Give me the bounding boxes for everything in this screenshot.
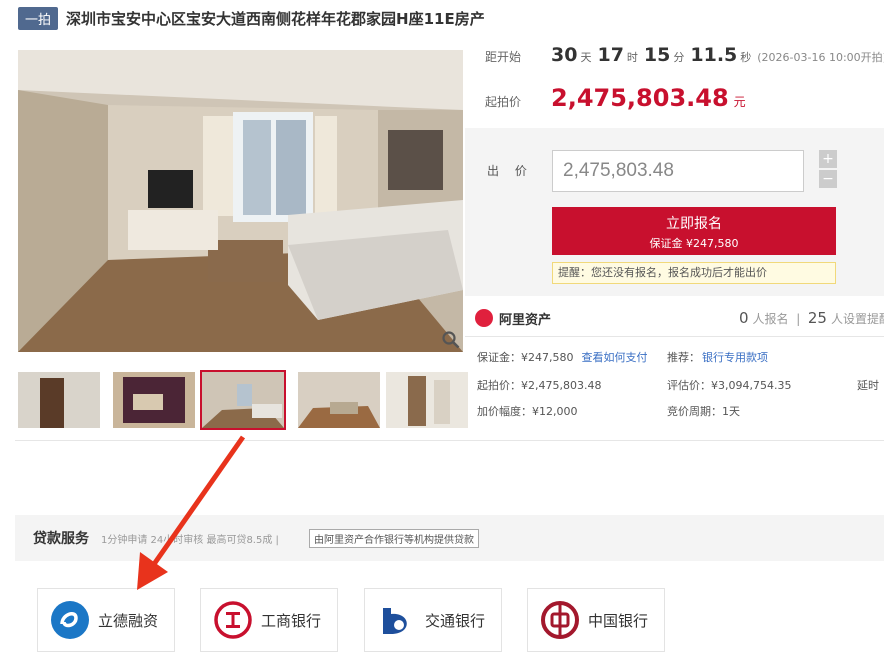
loan-service-bar: 贷款服务 1分钟申请 24小时审核 最高可贷8.5成 | 由阿里资产合作银行等机…: [15, 515, 884, 561]
signup-button[interactable]: 立即报名 保证金 ¥247,580: [552, 207, 836, 255]
reminder-count: 25: [807, 309, 827, 327]
auction-round-tag: 一拍: [18, 6, 59, 30]
boc-logo-icon: [541, 601, 579, 639]
thumbnail-4[interactable]: [298, 372, 380, 428]
bank-card-boc[interactable]: 中国银行: [527, 588, 665, 652]
countdown-start-note: (2026-03-16 10:00开拍): [757, 51, 884, 64]
countdown-hours-unit: 时: [626, 51, 638, 64]
countdown-minutes: 15: [643, 44, 671, 66]
thumbnail-2[interactable]: [113, 372, 195, 428]
how-to-pay-link[interactable]: 查看如何支付: [582, 351, 648, 364]
bid-label: 出 价: [487, 164, 533, 178]
loan-title: 贷款服务: [33, 531, 89, 547]
thumbnail-1[interactable]: [18, 372, 100, 428]
recommend-label: 推荐：: [667, 351, 700, 364]
bank-name-lide: 立德融资: [98, 611, 159, 630]
lide-finance-logo-icon: [51, 601, 89, 639]
countdown-seconds: 11.5: [690, 44, 738, 66]
bid-decrease-button[interactable]: −: [819, 170, 837, 188]
thumbnail-5[interactable]: [386, 372, 468, 428]
reminder-count-label: 人设置提醒: [830, 312, 884, 326]
icbc-logo-icon: [214, 601, 252, 639]
thumbnail-3[interactable]: [200, 370, 286, 430]
ali-asset-logo-icon: [475, 309, 493, 327]
signup-tip: 提醒：您还没有报名，报名成功后才能出价: [552, 262, 836, 284]
platform-name: 阿里资产: [499, 312, 552, 328]
countdown-days-unit: 天: [580, 51, 592, 64]
page-title: 深圳市宝安中心区宝安大道西南侧花样年花郡家园H座11E房产: [66, 9, 485, 28]
bid-panel: 出 价 2,475,803.48 + − 立即报名 保证金 ¥247,580 提…: [465, 128, 884, 296]
detail-delay: 延时: [857, 379, 879, 392]
section-divider: [15, 440, 884, 441]
signup-deposit-label: 保证金 ¥247,580: [649, 237, 739, 250]
participation-counts: 0人报名 | 25人设置提醒: [739, 306, 884, 331]
start-price-unit: 元: [733, 95, 746, 109]
signup-count: 0: [739, 309, 749, 327]
detail-assessed-price: 评估价：¥3,094,754.35: [667, 379, 792, 392]
main-photo[interactable]: [18, 50, 463, 352]
info-divider: [465, 336, 884, 337]
deposit-text: 保证金：¥247,580: [477, 351, 574, 364]
title-row: 一拍 深圳市宝安中心区宝安大道西南侧花样年花郡家园H座11E房产: [18, 6, 485, 30]
countdown-label: 距开始: [485, 50, 522, 64]
recommend-info: 推荐： 银行专用款项: [667, 349, 768, 365]
thumbnail-strip: [18, 370, 468, 430]
countdown-seconds-unit: 秒: [740, 51, 752, 64]
start-price-row: 起拍价 2,475,803.48 元: [485, 84, 746, 112]
bank-card-bocom[interactable]: 交通银行: [364, 588, 502, 652]
deposit-info: 保证金：¥247,580 查看如何支付: [477, 349, 648, 365]
detail-increment: 加价幅度：¥12,000: [477, 405, 578, 418]
bank-card-icbc[interactable]: 工商银行: [200, 588, 338, 652]
loan-subtitle: 1分钟申请 24小时审核 最高可贷8.5成 |: [101, 535, 279, 546]
detail-cycle: 竞价周期：1天: [667, 405, 740, 418]
zoom-icon[interactable]: [441, 330, 461, 350]
start-price-label: 起拍价: [485, 95, 522, 109]
bid-increase-button[interactable]: +: [819, 150, 837, 168]
auction-page: 一拍 深圳市宝安中心区宝安大道西南侧花样年花郡家园H座11E房产 距开始 30 …: [0, 0, 884, 652]
bank-card-lide[interactable]: 立德融资: [37, 588, 175, 652]
start-price-value: 2,475,803.48: [551, 84, 729, 112]
room-photo-image: [18, 50, 463, 352]
signup-count-label: 人报名: [752, 312, 789, 326]
countdown-hours: 17: [597, 44, 624, 66]
bocom-logo-icon: [383, 608, 407, 634]
bank-name-boc: 中国银行: [588, 611, 649, 630]
countdown-row: 距开始 30 天 17 时 15 分 11.5 秒 (2026-03-16 10…: [485, 44, 884, 66]
detail-start-price: 起拍价：¥2,475,803.48: [477, 379, 602, 392]
recommend-link[interactable]: 银行专用款项: [702, 351, 768, 364]
platform-row: 阿里资产 0人报名 | 25人设置提醒: [475, 306, 884, 330]
countdown-days: 30: [551, 44, 578, 66]
bank-name-icbc: 工商银行: [261, 611, 322, 630]
signup-button-label: 立即报名: [666, 216, 722, 232]
loan-provider-tag: 由阿里资产合作银行等机构提供贷款: [309, 529, 479, 548]
countdown-minutes-unit: 分: [673, 51, 685, 64]
bid-amount-input[interactable]: 2,475,803.48: [552, 150, 804, 192]
bank-name-bocom: 交通银行: [425, 611, 486, 630]
